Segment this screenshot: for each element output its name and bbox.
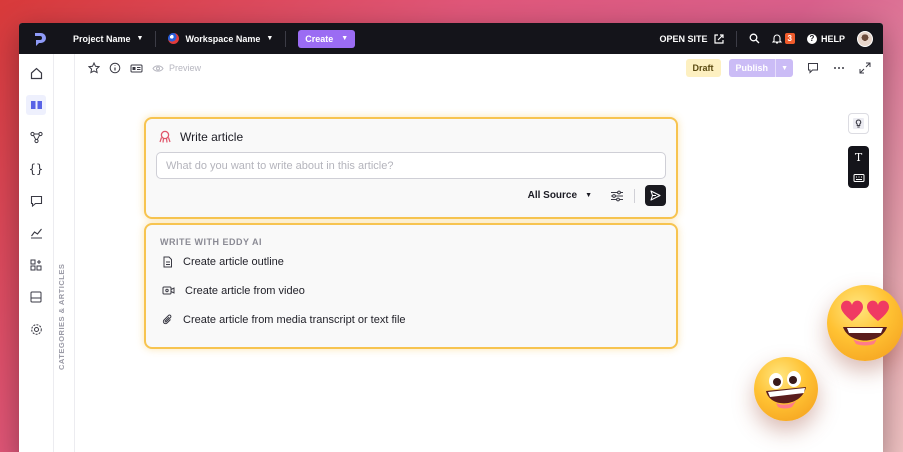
workflow-icon[interactable] (26, 127, 46, 147)
comment-icon[interactable] (807, 62, 819, 74)
preview-label: Preview (169, 63, 202, 73)
write-article-card: Write article What do you want to write … (144, 117, 678, 219)
help-icon: ? (806, 33, 817, 44)
expand-icon[interactable] (859, 62, 871, 74)
divider (735, 30, 737, 47)
chevron-down-icon: ▼ (266, 35, 274, 42)
status-badge: Draft (685, 59, 721, 77)
create-label: Create (305, 33, 334, 44)
layout-icon[interactable] (26, 287, 46, 307)
notification-badge: 3 (784, 33, 795, 44)
help-button[interactable]: ? HELP (806, 33, 845, 44)
preview-button[interactable]: Preview (152, 63, 201, 73)
divider (155, 30, 157, 47)
ai-item-label: Create article from video (185, 284, 305, 297)
divider (285, 30, 287, 47)
create-button[interactable]: Create ▼ (298, 29, 356, 48)
settings-icon[interactable] (26, 319, 46, 339)
external-link-icon (713, 33, 724, 44)
project-selector[interactable]: Project Name ▼ (73, 34, 143, 44)
info-icon[interactable] (109, 62, 121, 74)
list-item[interactable]: Create article outline (146, 247, 676, 276)
send-icon (650, 190, 661, 201)
apps-icon[interactable] (26, 255, 46, 275)
heart-eyes-emoji-icon (827, 285, 903, 361)
chevron-down-icon[interactable]: ▼ (775, 59, 793, 77)
ai-section-heading: WRITE WITH EDDY AI (160, 237, 262, 247)
search-icon[interactable] (749, 33, 760, 44)
octopus-icon (159, 130, 171, 143)
avatar[interactable] (857, 30, 873, 47)
editor-toolbar: Preview Draft Publish ▼ (75, 54, 883, 82)
input-placeholder: What do you want to write about in this … (166, 159, 394, 172)
project-name: Project Name (73, 33, 131, 44)
document-icon (163, 256, 172, 267)
open-site-link[interactable]: OPEN SITE (660, 34, 724, 44)
lightbulb-button[interactable] (848, 113, 869, 134)
more-options-icon[interactable] (833, 62, 845, 74)
chevron-down-icon: ▼ (341, 35, 349, 42)
id-card-icon[interactable] (130, 63, 143, 74)
divider (634, 188, 635, 203)
top-bar: Project Name ▼ Workspace Name ▼ Create ▼… (19, 23, 883, 54)
chat-icon[interactable] (26, 191, 46, 211)
chevron-down-icon: ▼ (136, 35, 144, 42)
text-format-icon[interactable]: T (855, 151, 862, 164)
send-button[interactable] (645, 185, 666, 206)
format-toolbar: T (848, 146, 869, 188)
ai-item-label: Create article from media transcript or … (183, 313, 406, 326)
video-icon (162, 286, 175, 295)
paperclip-icon (162, 314, 172, 324)
bell-icon (771, 34, 782, 44)
flag-icon (168, 33, 180, 44)
card-title: Write article (180, 130, 244, 144)
code-braces-icon[interactable]: {} (26, 159, 46, 179)
list-item[interactable]: Create article from media transcript or … (146, 305, 676, 334)
publish-label: Publish (728, 59, 776, 77)
article-topic-input[interactable]: What do you want to write about in this … (156, 152, 666, 179)
filter-sliders-icon[interactable] (610, 190, 624, 202)
notifications-button[interactable]: 3 (771, 33, 795, 44)
sidebar: {} (19, 54, 54, 452)
book-icon[interactable] (26, 95, 46, 115)
publish-button[interactable]: Publish ▼ (728, 59, 793, 77)
chevron-down-icon: ▼ (585, 192, 592, 199)
ai-item-label: Create article outline (183, 255, 284, 268)
help-label: HELP (820, 33, 845, 44)
workspace-selector[interactable]: Workspace Name ▼ (168, 33, 273, 44)
app-logo-icon[interactable] (31, 30, 49, 48)
source-label: All Source (527, 190, 578, 201)
keyboard-icon[interactable] (853, 173, 865, 183)
eddy-ai-card: WRITE WITH EDDY AI Create article outlin… (144, 223, 678, 349)
lightbulb-icon (853, 118, 864, 129)
source-dropdown[interactable]: All Source ▼ (528, 190, 592, 201)
categories-articles-label: CATEGORIES & ARTICLES (57, 263, 66, 370)
eye-icon (152, 64, 164, 72)
workspace-name: Workspace Name (185, 33, 261, 44)
list-item[interactable]: Create article from video (146, 276, 676, 305)
grinning-emoji-icon (754, 357, 818, 421)
home-icon[interactable] (26, 63, 46, 83)
analytics-icon[interactable] (26, 223, 46, 243)
open-site-label: OPEN SITE (659, 33, 708, 44)
star-icon[interactable] (88, 62, 100, 74)
category-strip[interactable]: CATEGORIES & ARTICLES (54, 54, 75, 452)
